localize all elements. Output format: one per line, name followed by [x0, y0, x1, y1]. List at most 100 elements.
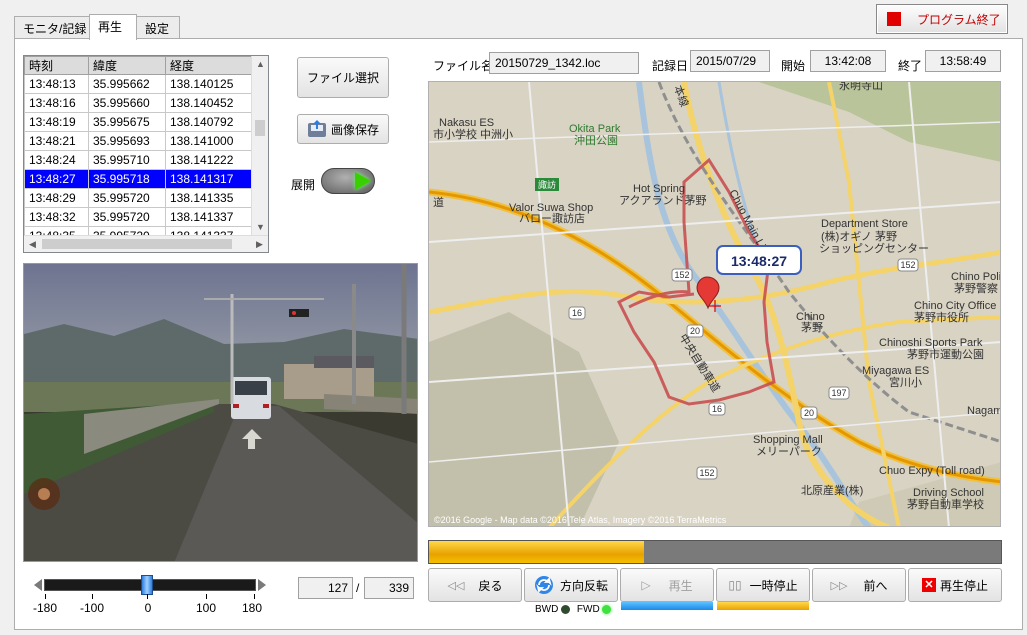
playback-progress-bar[interactable] [428, 540, 1002, 564]
slider-right-arrow-icon[interactable] [258, 579, 266, 591]
record-date-label: 記録日 [652, 59, 689, 73]
road-shield-label: 16 [712, 404, 722, 414]
tab-playback[interactable]: 再生 [89, 14, 137, 40]
cell-longitude: 138.141222 [165, 150, 253, 170]
cell-longitude: 138.140125 [165, 74, 253, 94]
map-label: (株)オギノ 茅野 [821, 229, 897, 243]
cell-longitude: 138.140452 [165, 93, 253, 113]
route-map[interactable]: Nakasu ES 市小学校 中洲小 Okita Park 沖田公園 Hot S… [428, 81, 1001, 527]
cell-time: 13:48:27 [24, 169, 89, 189]
reverse-direction-button[interactable]: 方向反転 [524, 568, 618, 602]
cell-longitude: 138.141335 [165, 188, 253, 208]
pause-button[interactable]: ▯▯ 一時停止 [716, 568, 810, 602]
table-row[interactable]: 13:48:19 35.995675 138.140792 [24, 112, 253, 132]
play-label: 再生 [668, 578, 693, 593]
cell-time: 13:48:19 [24, 112, 89, 132]
slider-tick-label: -180 [32, 601, 58, 615]
cell-longitude: 138.140792 [165, 112, 253, 132]
table-row[interactable]: 13:48:13 35.995662 138.140125 [24, 74, 253, 94]
table-row[interactable]: 13:48:16 35.995660 138.140452 [24, 93, 253, 113]
gps-log-grid[interactable]: 時刻 緯度 経度 13:48:13 35.995662 138.140125 13:4… [23, 55, 269, 253]
rotation-slider-thumb[interactable] [141, 575, 153, 595]
cell-time: 13:48:16 [24, 93, 89, 113]
road-shield-label: 20 [804, 408, 814, 418]
column-header-latitude[interactable]: 緯度 [88, 56, 166, 75]
map-copyright: ©2016 Google - Map data ©2016 Tele Atlas… [434, 515, 727, 525]
dashcam-frame-image [24, 264, 417, 561]
slider-tick [254, 594, 255, 599]
cell-time: 13:48:21 [24, 131, 89, 151]
scroll-up-icon[interactable]: ▲ [252, 56, 268, 73]
exit-program-button[interactable]: プログラム終了 [876, 4, 1008, 34]
cell-longitude: 138.141000 [165, 131, 253, 151]
column-header-time[interactable]: 時刻 [24, 56, 89, 75]
gps-log-table: 時刻 緯度 経度 13:48:13 35.995662 138.140125 13:4… [24, 56, 253, 246]
slider-tick-label: 180 [241, 601, 263, 615]
scroll-down-icon[interactable]: ▼ [252, 219, 268, 236]
map-label: Hot Spring [633, 183, 685, 195]
cell-latitude: 35.995718 [88, 169, 166, 189]
back-button[interactable]: ◁◁ 戻る [428, 568, 522, 602]
map-label: 茅野自動車学校 [907, 497, 984, 511]
cell-latitude: 35.995675 [88, 112, 166, 132]
play-button[interactable]: ▷ 再生 [620, 568, 714, 602]
table-row[interactable]: 13:48:21 35.995693 138.141000 [24, 131, 253, 151]
image-save-button[interactable]: 画像保存 [297, 114, 389, 144]
pause-label: 一時停止 [749, 578, 798, 593]
expand-toggle[interactable] [321, 168, 375, 194]
scroll-left-icon[interactable]: ◀ [24, 236, 41, 252]
column-header-longitude[interactable]: 経度 [165, 56, 253, 75]
cell-time: 13:48:24 [24, 150, 89, 170]
play-arrow-icon [355, 172, 371, 190]
map-label: ショッピングセンター [819, 241, 929, 255]
start-time-label: 開始 [781, 59, 806, 73]
cell-longitude: 138.141337 [165, 207, 253, 227]
file-name-field: 20150729_1342.loc [489, 52, 639, 74]
scroll-thumb-horizontal[interactable] [42, 239, 232, 249]
bwd-label: BWD [535, 604, 559, 615]
forward-label: 前へ [863, 578, 888, 593]
record-date-field: 2015/07/29 [690, 50, 770, 72]
table-row[interactable]: 13:48:27 35.995718 138.141317 [24, 169, 253, 189]
map-label: Nagami [967, 405, 1001, 417]
scroll-right-icon[interactable]: ▶ [251, 236, 268, 252]
map-label: 諏訪 [538, 179, 556, 190]
stop-playback-button[interactable]: ✕ 再生停止 [908, 568, 1002, 602]
grid-horizontal-scrollbar[interactable]: ◀ ▶ [24, 235, 268, 252]
file-select-button[interactable]: ファイル選択 [297, 57, 389, 98]
map-label: バロー諏訪店 [519, 211, 585, 225]
tab-settings[interactable]: 設定 [136, 16, 180, 38]
slider-tick [45, 594, 46, 599]
play-state-indicator [621, 602, 713, 610]
tab-monitor-record[interactable]: モニタ/記録 [14, 16, 90, 38]
cell-longitude: 138.141317 [165, 169, 253, 189]
end-time-field: 13:58:49 [925, 50, 1001, 72]
back-label: 戻る [478, 578, 503, 593]
slider-tick-label: 0 [144, 601, 152, 615]
cell-time: 13:48:29 [24, 188, 89, 208]
direction-indicators: BWD FWD [535, 604, 612, 615]
slider-tick [206, 594, 207, 599]
total-frames-field: 339 [364, 577, 414, 599]
forward-button[interactable]: ▷▷ 前へ [812, 568, 906, 602]
map-label: Chuo Expy (Toll road) [879, 465, 985, 477]
map-label: Chino Polic [951, 271, 1001, 283]
grid-vertical-scrollbar[interactable]: ▲ ▼ [251, 56, 268, 236]
reverse-direction-label: 方向反転 [559, 578, 608, 593]
map-label: Shopping Mall [753, 434, 823, 446]
table-row[interactable]: 13:48:32 35.995720 138.141337 [24, 207, 253, 227]
pause-icon: ▯▯ [728, 578, 742, 592]
map-label: Chinoshi Sports Park [879, 337, 983, 349]
bwd-led-icon [561, 604, 571, 614]
slider-left-arrow-icon[interactable] [34, 579, 42, 591]
cell-latitude: 35.995693 [88, 131, 166, 151]
scroll-thumb[interactable] [255, 120, 265, 136]
frame-separator: / [356, 581, 360, 595]
table-row[interactable]: 13:48:24 35.995710 138.141222 [24, 150, 253, 170]
pause-state-indicator [717, 602, 809, 610]
rewind-icon: ◁◁ [447, 579, 465, 592]
table-row[interactable]: 13:48:29 35.995720 138.141335 [24, 188, 253, 208]
map-label: 道 [433, 195, 444, 209]
playback-progress-fill [429, 541, 644, 563]
map-label: 沖田公園 [574, 134, 618, 147]
